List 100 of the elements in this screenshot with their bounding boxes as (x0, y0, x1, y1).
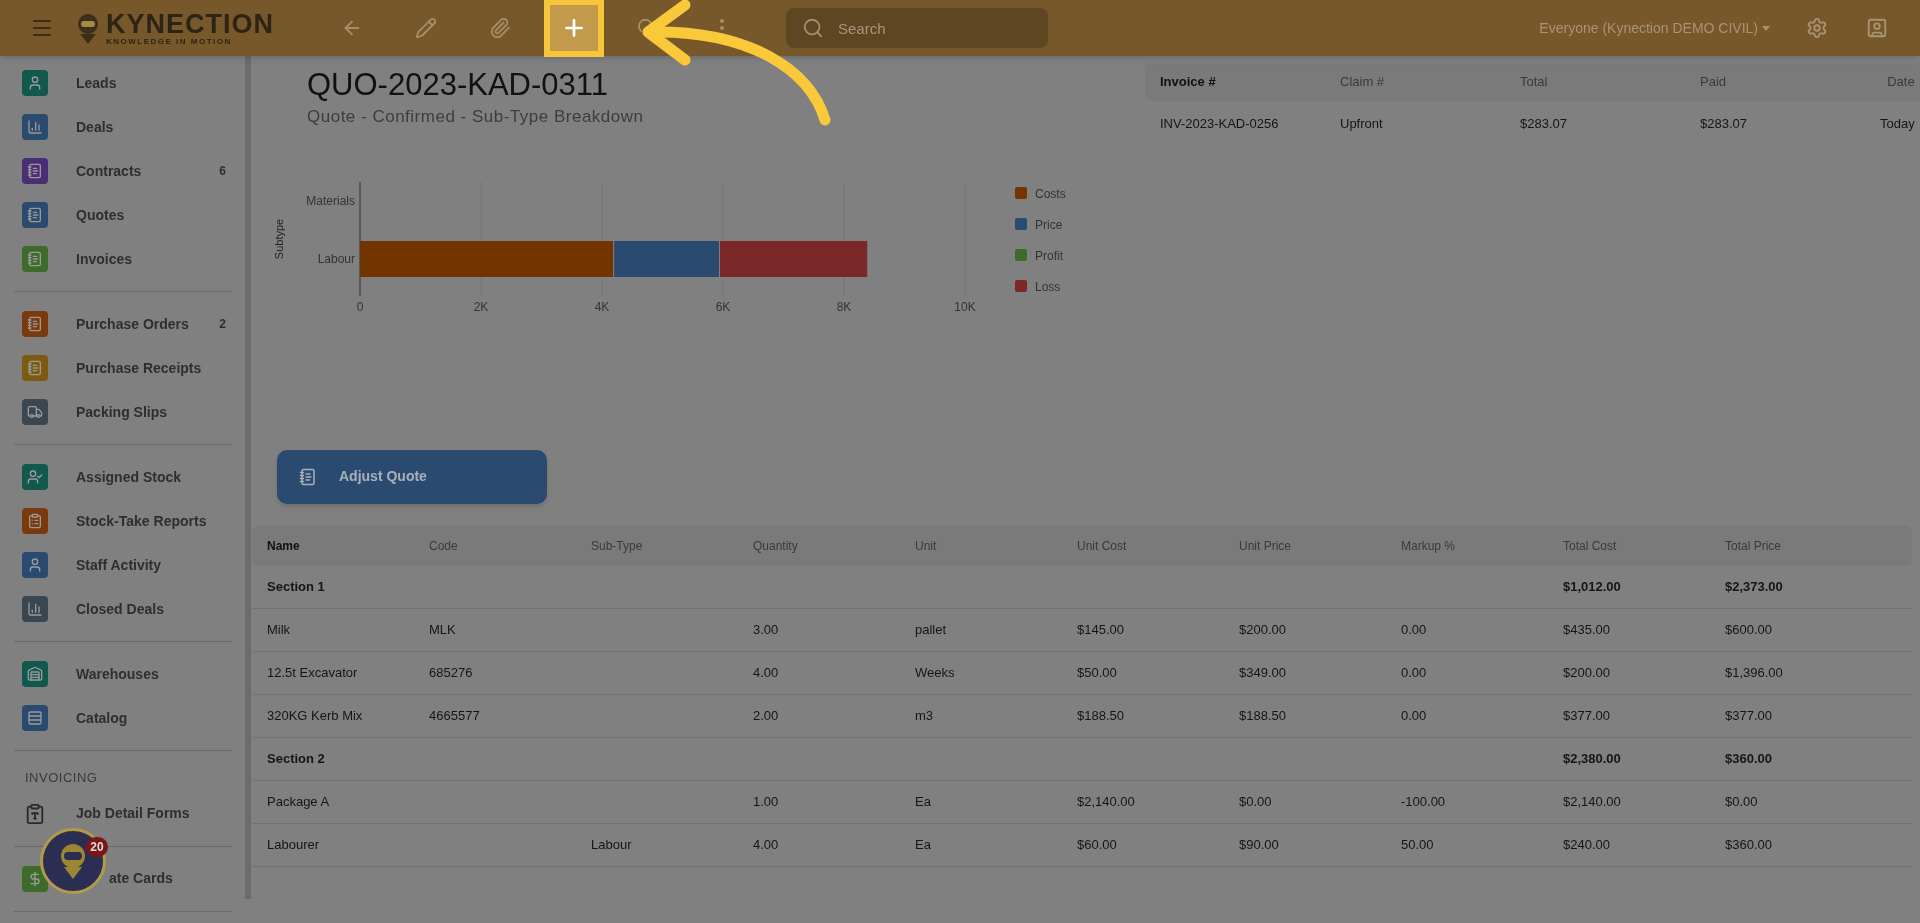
legend-label: Costs (1035, 186, 1066, 201)
more-icon (720, 19, 724, 37)
column-header: Total Price (1725, 537, 1783, 555)
section-cell-text: $2,373.00 (1725, 577, 1784, 596)
table-cell-text: -100.00 (1401, 792, 1447, 811)
table-cell-text: $188.50 (1239, 706, 1287, 725)
tick-label: 8K (836, 299, 852, 314)
legend-label: Price (1035, 217, 1063, 232)
sidebar-label: Catalog (76, 708, 128, 728)
sidebar-label: Contracts (76, 161, 142, 181)
legend-label: Loss (1035, 279, 1061, 294)
adjust-quote-button[interactable]: Adjust Quote (277, 449, 547, 504)
column-header: Quantity (753, 537, 799, 555)
section-cell-text: $2,380.00 (1563, 749, 1622, 768)
paperclip-icon (489, 17, 511, 39)
table-cell-text: $435.00 (1563, 620, 1611, 639)
sidebar-item[interactable]: Purchase Receipts (14, 346, 232, 390)
table-cell-text: 1.00 (753, 792, 780, 811)
column-header: Markup % (1401, 537, 1457, 555)
sidebar-label: Purchase Receipts (76, 358, 202, 378)
table-cell-text: 0.00 (1401, 620, 1428, 639)
tick-label: 0 (356, 299, 364, 314)
table-cell-text: $2,140.00 (1563, 792, 1622, 811)
logo-tagline: KNOWLEDGE IN MOTION (106, 37, 233, 46)
sidebar-item[interactable]: Invoices (14, 237, 232, 281)
table-cell-text: 4.00 (753, 835, 780, 854)
sidebar-label: ate Cards (109, 869, 173, 888)
assistant-button[interactable] (40, 828, 106, 894)
sidebar-item[interactable]: Quotes (14, 193, 232, 237)
table-cell-text: $188.50 (1077, 706, 1125, 725)
sidebar-label: Staff Activity (76, 555, 162, 575)
sidebar-item[interactable]: Leads (14, 61, 232, 105)
sidebar-label: Leads (76, 73, 117, 93)
table-cell-text: m3 (915, 706, 935, 725)
settings-button[interactable] (1806, 17, 1828, 39)
table-cell-text: 0.00 (1401, 663, 1428, 682)
table-cell-text: Ea (915, 792, 932, 811)
table-cell-text: 4.00 (753, 663, 780, 682)
sidebar-item[interactable]: Staff Activity (14, 543, 232, 587)
sidebar-item[interactable]: Purchase Orders 2 (14, 302, 232, 346)
table-cell-text: 4665577 (429, 706, 481, 725)
sidebar-item[interactable]: Contracts 6 (14, 149, 232, 193)
category-label: Materials (306, 193, 355, 208)
sidebar-label: Assigned Stock (76, 467, 182, 487)
sidebar-item[interactable]: Closed Deals (14, 587, 232, 631)
table-cell-text: 50.00 (1401, 835, 1435, 854)
table-cell-text: $200.00 (1563, 663, 1611, 682)
scrollbar[interactable] (245, 56, 251, 899)
quote-title: QUO-2023-KAD-0311 (307, 66, 609, 104)
sidebar-item[interactable]: Warehouses (14, 652, 232, 696)
sidebar-label: Invoices (76, 249, 133, 269)
category-label: Labour (317, 251, 355, 266)
notebook-icon (299, 467, 317, 486)
table-cell-text: Today (1880, 115, 1915, 134)
caret-icon (1762, 25, 1770, 31)
tick-label: 4K (594, 299, 610, 314)
column-header: Total (1520, 73, 1549, 92)
axis-label: Subtype (273, 218, 285, 259)
sidebar-item[interactable]: Catalog (14, 696, 232, 740)
table-cell-text: Milk (267, 620, 292, 639)
table-cell-text: pallet (915, 620, 948, 639)
sidebar-item[interactable]: Stock-Take Reports (14, 499, 232, 543)
section-header: INVOICING (24, 769, 99, 787)
column-header: Code (429, 537, 459, 555)
sidebar-item[interactable]: Job Detail Forms (14, 791, 232, 836)
column-header: Unit Cost (1077, 537, 1128, 555)
sidebar-item[interactable]: Deals (14, 105, 232, 149)
table-cell-text: MLK (429, 620, 457, 639)
table-cell-text: Package A (267, 792, 331, 811)
table-cell-text: $145.00 (1077, 620, 1125, 639)
sidebar-item[interactable]: Packing Slips (14, 390, 232, 434)
table-cell-text: Labourer (267, 835, 321, 854)
count-label: 2 (219, 316, 226, 333)
sidebar-item[interactable]: Assigned Stock (14, 455, 232, 499)
table-cell-text: INV-2023-KAD-0256 (1160, 115, 1280, 134)
table-cell-text: $240.00 (1563, 835, 1611, 854)
table-cell-text: $2,140.00 (1077, 792, 1136, 811)
table-cell-text: $60.00 (1077, 835, 1118, 854)
table-cell-text: 2.00 (753, 706, 780, 725)
workspace-dropdown[interactable]: Everyone (Kynection DEMO CIVIL) (1539, 17, 1770, 39)
column-header: Paid (1700, 73, 1728, 92)
sidebar-label: Closed Deals (76, 599, 164, 619)
logo-title: KYNECTION (106, 10, 274, 38)
column-header: Sub-Type (591, 537, 644, 555)
table-cell-text: 3.00 (753, 620, 780, 639)
search-field[interactable]: Search (786, 8, 1048, 48)
tick-label: 6K (715, 299, 731, 314)
column-header: Claim # (1340, 73, 1386, 92)
table-cell-text: Weeks (915, 663, 956, 682)
section-cell-text: Section 1 (267, 577, 326, 596)
account-button[interactable] (1866, 17, 1888, 39)
table-cell-text: $90.00 (1239, 835, 1280, 854)
tick-label: 2K (473, 299, 489, 314)
table-cell-text: $600.00 (1725, 620, 1773, 639)
table-cell-text: $1,396.00 (1725, 663, 1784, 682)
section-cell-text: $360.00 (1725, 749, 1773, 768)
sidebar-label: Stock-Take Reports (76, 511, 207, 531)
search-icon (802, 17, 824, 39)
column-header: Unit (915, 537, 938, 555)
column-header: Invoice # (1160, 73, 1217, 92)
